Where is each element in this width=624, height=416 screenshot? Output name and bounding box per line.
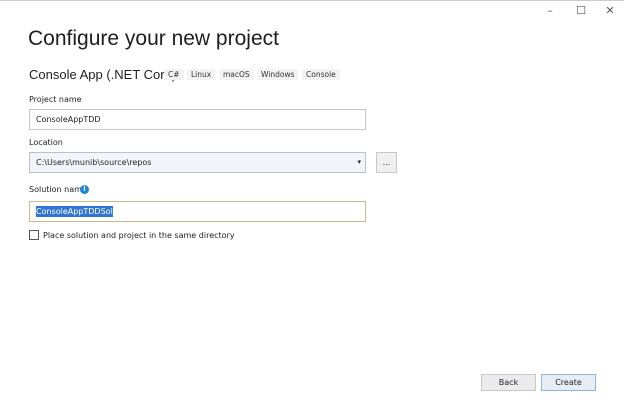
tag-language: C# xyxy=(164,69,184,80)
location-value: C:\Users\munib\source\repos xyxy=(36,158,152,167)
page-title: Configure your new project xyxy=(28,27,279,50)
tag-type: Console xyxy=(302,69,340,80)
solution-name-label: Solution name xyxy=(29,185,87,194)
project-name-label: Project name xyxy=(29,95,82,104)
window-border xyxy=(0,0,624,1)
dropdown-arrow-icon: ▾ xyxy=(357,158,361,166)
minimize-button[interactable]: – xyxy=(538,3,562,19)
location-select[interactable]: C:\Users\munib\source\repos ▾ xyxy=(29,152,366,173)
tag-platform: Windows xyxy=(257,69,299,80)
same-directory-label: Place solution and project in the same d… xyxy=(43,231,235,240)
tag-platform: macOS xyxy=(219,69,254,80)
info-icon[interactable]: i xyxy=(80,185,89,194)
create-button[interactable]: Create xyxy=(541,374,596,391)
project-name-input[interactable]: ConsoleAppTDD xyxy=(29,109,366,130)
tag-platform: Linux xyxy=(187,69,216,80)
back-button[interactable]: Back xyxy=(481,374,536,391)
location-label: Location xyxy=(29,138,63,147)
solution-name-value: ConsoleAppTDDSol xyxy=(36,206,113,217)
solution-name-input[interactable]: ConsoleAppTDDSol xyxy=(29,201,366,222)
maximize-button[interactable]: ☐ xyxy=(569,3,593,19)
close-button[interactable]: ✕ xyxy=(598,3,622,19)
same-directory-checkbox[interactable] xyxy=(29,230,39,240)
template-name: Console App (.NET Core) xyxy=(29,67,177,82)
browse-button[interactable]: ... xyxy=(376,152,397,173)
